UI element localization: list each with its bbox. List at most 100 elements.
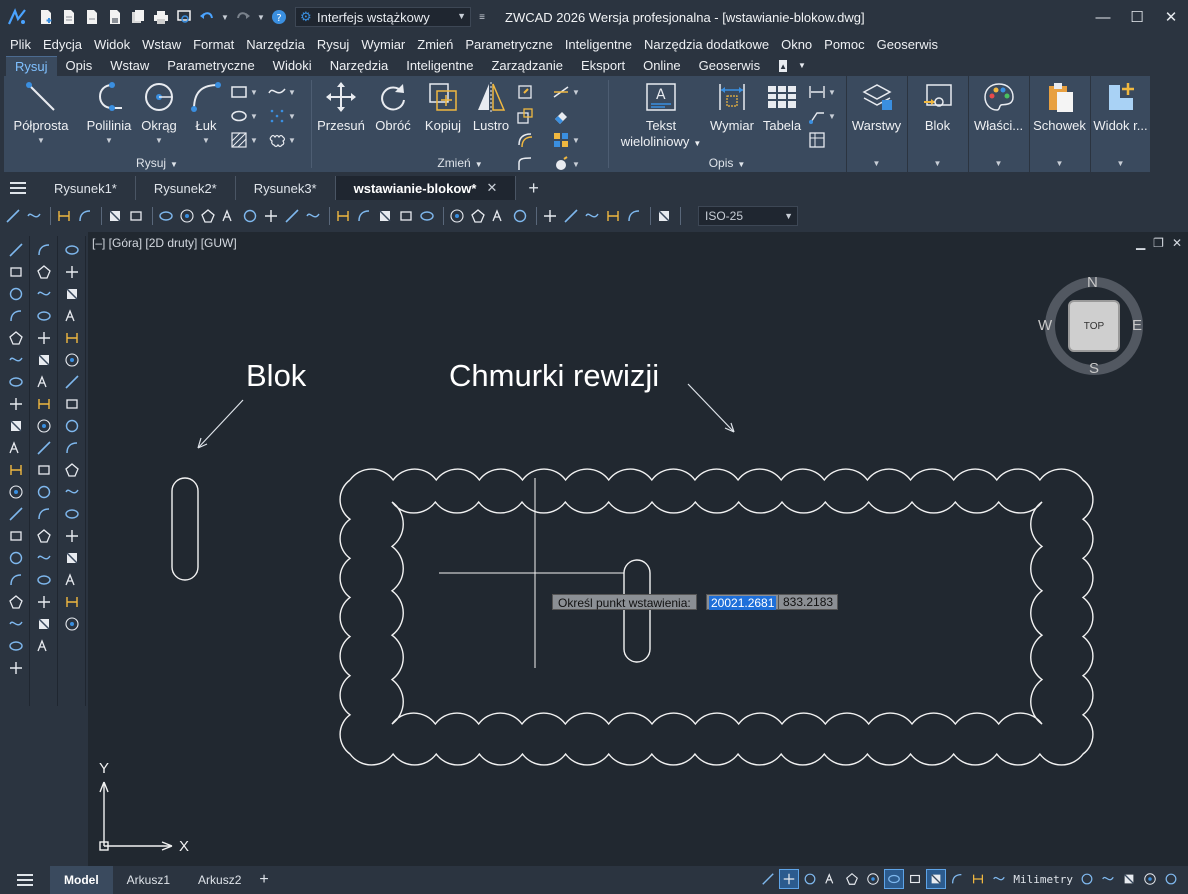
redo-icon[interactable] — [233, 7, 253, 27]
doc-tab-wstawianie-blokow[interactable]: wstawianie-blokow* ✕ — [335, 176, 517, 200]
toolbar-tool-icon[interactable] — [34, 416, 54, 436]
doc-tab-rysunek2[interactable]: Rysunek2* — [136, 176, 236, 200]
status-toggle-icon[interactable] — [864, 870, 882, 888]
status-toggle-icon[interactable] — [843, 870, 861, 888]
toolbar-tool-icon[interactable] — [62, 504, 82, 524]
status-toggle-icon[interactable] — [926, 869, 947, 889]
toolbar-tool-icon[interactable] — [62, 372, 82, 392]
wlasciwosci-button[interactable]: Właści... — [969, 80, 1028, 134]
panel-schowek[interactable]: Schowek ▼ — [1029, 76, 1089, 172]
dimension-tool-icon[interactable] — [304, 207, 322, 225]
toolbar-tool-icon[interactable] — [34, 328, 54, 348]
toolbar-tool-icon[interactable] — [34, 394, 54, 414]
menu-item[interactable]: Format — [187, 37, 240, 52]
help-icon[interactable]: ? — [269, 7, 289, 27]
menu-icon[interactable] — [0, 182, 36, 194]
customize-toolbar-icon[interactable]: ≡ — [477, 12, 487, 23]
toolbar-tool-icon[interactable] — [6, 614, 26, 634]
tab-widoki[interactable]: Widoki — [264, 56, 321, 76]
open-file-icon[interactable] — [82, 7, 102, 27]
menu-item[interactable]: Geoserwis — [871, 37, 944, 52]
toolbar-tool-icon[interactable] — [62, 526, 82, 546]
toolbar-tool-icon[interactable] — [34, 284, 54, 304]
toolbar-tool-icon[interactable] — [34, 372, 54, 392]
tab-rysuj[interactable]: Rysuj — [6, 56, 57, 76]
group-title[interactable]: Rysuj ▼ — [4, 156, 310, 170]
toolbar-tool-icon[interactable] — [6, 240, 26, 260]
toolbar-tool-icon[interactable] — [6, 394, 26, 414]
toolbar-tool-icon[interactable] — [62, 592, 82, 612]
toolbar-tool-icon[interactable] — [34, 570, 54, 590]
luk-button[interactable]: Łuk ▼ — [184, 80, 228, 145]
tab-inteligentne[interactable]: Inteligentne — [397, 56, 482, 76]
toolbar-tool-icon[interactable] — [62, 438, 82, 458]
toolbar-tool-icon[interactable] — [62, 350, 82, 370]
ellipse-tool[interactable]: ▼ — [230, 106, 262, 126]
toolbar-tool-icon[interactable] — [34, 262, 54, 282]
toolbar-tool-icon[interactable] — [34, 636, 54, 656]
menu-icon[interactable] — [0, 874, 50, 886]
status-toggle-icon[interactable] — [759, 870, 777, 888]
dimension-tool-icon[interactable] — [262, 207, 280, 225]
maximize-button[interactable]: ☐ — [1120, 0, 1154, 34]
tab-opis[interactable]: Opis — [57, 56, 102, 76]
group-title[interactable]: Zmień ▼ — [312, 156, 608, 170]
tab-online[interactable]: Online — [634, 56, 690, 76]
scale-tool[interactable] — [516, 106, 548, 126]
trim-tool[interactable]: ▼ — [552, 82, 584, 102]
rectangle-tool[interactable]: ▼ — [230, 82, 262, 102]
toolbar-tool-icon[interactable] — [62, 262, 82, 282]
erase-tool[interactable] — [552, 106, 584, 126]
panel-widok-rysunku[interactable]: Widok r... ▼ — [1090, 76, 1150, 172]
ribbon-minimize-button[interactable]: ▲ ▼ — [779, 59, 806, 73]
add-tab-button[interactable]: + — [528, 178, 539, 199]
units-label[interactable]: Milimetry — [1011, 873, 1075, 886]
tab-wstaw[interactable]: Wstaw — [101, 56, 158, 76]
points-tool[interactable]: ▼ — [268, 106, 300, 126]
stretch-tool[interactable] — [516, 82, 548, 102]
dimension-tool-icon[interactable] — [76, 207, 94, 225]
revision-cloud-tool[interactable]: ▼ — [268, 130, 300, 150]
redo-dropdown-icon[interactable]: ▼ — [256, 13, 266, 22]
x-coordinate-input[interactable]: 20021.2681 — [706, 594, 780, 610]
toolbar-tool-icon[interactable] — [6, 570, 26, 590]
dimension-tool-icon[interactable] — [397, 207, 415, 225]
toolbar-tool-icon[interactable] — [6, 328, 26, 348]
dimension-tool-icon[interactable] — [334, 207, 352, 225]
dimension-tool-icon[interactable] — [376, 207, 394, 225]
menu-item[interactable]: Okno — [775, 37, 818, 52]
status-toggle-icon[interactable] — [779, 869, 800, 889]
menu-icon[interactable] — [1162, 870, 1180, 888]
linear-dim-tool[interactable]: ▼ — [808, 82, 840, 102]
array-tool[interactable]: ▼ — [552, 130, 584, 150]
group-title[interactable]: Opis ▼ — [610, 156, 844, 170]
save-as-icon[interactable] — [128, 7, 148, 27]
toolbar-tool-icon[interactable] — [62, 284, 82, 304]
toolbar-tool-icon[interactable] — [62, 482, 82, 502]
undo-dropdown-icon[interactable]: ▼ — [220, 13, 230, 22]
widok-button[interactable]: Widok r... — [1091, 80, 1150, 134]
new-sheet-icon[interactable] — [59, 7, 79, 27]
drawing-canvas[interactable]: [–] [Góra] [2D druty] [GUW] ▁ ❐ ✕ N S E … — [88, 232, 1188, 866]
toolbar-tool-icon[interactable] — [6, 460, 26, 480]
status-toggle-icon[interactable] — [906, 870, 924, 888]
toolbar-tool-icon[interactable] — [34, 526, 54, 546]
toolbar-tool-icon[interactable] — [6, 482, 26, 502]
toolbar-tool-icon[interactable] — [34, 504, 54, 524]
dimension-tool-icon[interactable] — [448, 207, 466, 225]
menu-item[interactable]: Pomoc — [818, 37, 870, 52]
tab-narzedzia[interactable]: Narzędzia — [321, 56, 398, 76]
toolbar-tool-icon[interactable] — [6, 262, 26, 282]
toolbar-tool-icon[interactable] — [62, 570, 82, 590]
print-preview-icon[interactable] — [174, 7, 194, 27]
przesun-button[interactable]: Przesuń — [316, 80, 366, 134]
layout-tab-arkusz2[interactable]: Arkusz2 — [184, 866, 255, 894]
dimension-tool-icon[interactable] — [199, 207, 217, 225]
new-file-icon[interactable] — [36, 7, 56, 27]
menu-item[interactable]: Narzędzia dodatkowe — [638, 37, 775, 52]
toolbar-tool-icon[interactable] — [6, 372, 26, 392]
tab-eksport[interactable]: Eksport — [572, 56, 634, 76]
dimension-tool-icon[interactable] — [283, 207, 301, 225]
tekst-wieloliniowy-button[interactable]: A Tekst wieloliniowy ▼ — [616, 80, 706, 152]
dimension-tool-icon[interactable] — [106, 207, 124, 225]
